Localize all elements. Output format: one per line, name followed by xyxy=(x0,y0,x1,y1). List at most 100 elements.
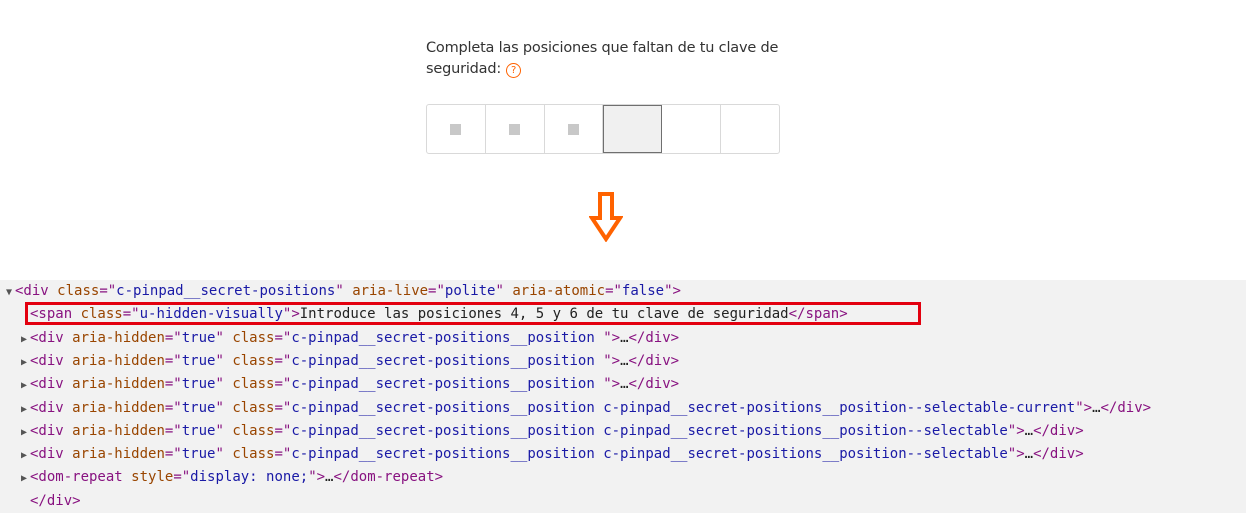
filled-position-marker xyxy=(509,123,521,135)
code-token-attr: class xyxy=(57,283,100,299)
code-token-val: c-pinpad__secret-positions__position c-p… xyxy=(291,399,1076,416)
code-token-attr: class xyxy=(80,306,123,323)
code-token-attr: aria-live xyxy=(352,283,429,299)
code-token-tag: =" xyxy=(164,329,182,346)
code-token-tag: <div xyxy=(30,329,73,346)
down-arrow-icon xyxy=(589,192,623,242)
code-token-tag: =" xyxy=(99,283,117,299)
code-token-tag: <span xyxy=(30,306,81,323)
code-token-tag: " xyxy=(335,283,353,299)
code-token-tag: =" xyxy=(164,399,182,416)
expand-triangle-icon[interactable]: ▶ xyxy=(18,399,30,421)
code-token-tag: "> xyxy=(603,352,621,369)
expand-triangle-icon[interactable]: ▶ xyxy=(18,422,30,444)
code-token-val: true xyxy=(181,329,216,346)
dom-tree-line[interactable]: ▶ <div aria-hidden="true" class="c-pinpad… xyxy=(18,350,679,372)
code-token-val: polite xyxy=(444,283,496,299)
code-token-attr: aria-hidden xyxy=(72,422,165,439)
expand-triangle-icon[interactable]: ▶ xyxy=(18,468,30,490)
code-token-val: c-pinpad__secret-positions__position c-p… xyxy=(291,446,1008,463)
code-token-tag: " xyxy=(215,422,233,439)
prompt-line-2: seguridad:? xyxy=(426,59,806,80)
expand-triangle-icon[interactable]: ▶ xyxy=(18,445,30,467)
pinpad-position-6[interactable] xyxy=(721,105,779,153)
code-token-tag: </div> xyxy=(1033,446,1084,463)
code-token-tag: <div xyxy=(30,446,73,463)
code-token-tag: " xyxy=(495,283,513,299)
code-token-tag: =" xyxy=(428,283,445,299)
pinpad-position-3 xyxy=(545,105,604,153)
code-token-tag: =" xyxy=(164,352,182,369)
code-token-tag: =" xyxy=(274,422,292,439)
code-token-tag: "> xyxy=(603,329,621,346)
code-token-attr: aria-hidden xyxy=(72,399,165,416)
expand-triangle-icon[interactable]: ▶ xyxy=(18,329,30,351)
code-token-tag: =" xyxy=(173,469,191,486)
code-token-val: display: none; xyxy=(190,469,309,486)
code-token-attr: aria-hidden xyxy=(72,329,165,346)
code-token-tag: "> xyxy=(1007,422,1025,439)
collapse-triangle-icon[interactable]: ▼ xyxy=(3,282,15,304)
code-token-tag: =" xyxy=(274,446,292,463)
dom-tree-line[interactable]: ▶ <div aria-hidden="true" class="c-pinpad… xyxy=(18,327,679,349)
code-token-tag: </dom-repeat> xyxy=(333,469,444,486)
code-token-tag: "> xyxy=(1007,446,1025,463)
expand-triangle-icon[interactable]: ▶ xyxy=(18,375,30,397)
code-token-val: u-hidden-visually xyxy=(139,306,283,323)
code-token-val: c-pinpad__secret-positions__position xyxy=(291,329,604,346)
code-token-tag: " xyxy=(215,352,233,369)
dom-tree-line[interactable]: ▶ <dom-repeat style="display: none;">…</d… xyxy=(18,466,443,488)
code-token-attr: class xyxy=(232,422,275,439)
dom-tree-line[interactable]: ▶ <div aria-hidden="true" class="c-pinpad… xyxy=(18,443,1084,465)
code-token-txt: … xyxy=(1092,399,1101,416)
code-token-tag: "> xyxy=(664,283,681,299)
code-token-tag: "> xyxy=(603,376,621,393)
code-token-tag: </div> xyxy=(628,329,680,346)
dom-tree-line[interactable]: ▶ <div aria-hidden="true" class="c-pinpad… xyxy=(18,397,1151,419)
code-token-tag: =" xyxy=(274,329,292,346)
code-token-val: true xyxy=(181,376,216,393)
code-token-val: c-pinpad__secret-positions__position c-p… xyxy=(291,422,1008,439)
code-token-tag: " xyxy=(215,329,233,346)
code-token-tag: <dom-repeat xyxy=(30,469,132,486)
code-token-tag: <div xyxy=(30,376,73,393)
pinpad-position-2 xyxy=(486,105,545,153)
code-token-tag: "> xyxy=(308,469,326,486)
code-token-tag: =" xyxy=(164,446,182,463)
code-token-txt: … xyxy=(1024,446,1034,463)
dom-tree-line[interactable]: ▶ <div aria-hidden="true" class="c-pinpad… xyxy=(18,420,1084,442)
devtools-elements-panel: ▼ <div class="c-pinpad__secret-positions"… xyxy=(0,280,1246,513)
code-token-tag: "> xyxy=(282,306,300,323)
pinpad-position-5[interactable] xyxy=(662,105,722,153)
code-token-attr: class xyxy=(232,376,275,393)
code-token-tag: =" xyxy=(164,376,182,393)
code-token-attr: class xyxy=(232,352,275,369)
pinpad-position-4[interactable] xyxy=(603,105,663,153)
help-icon[interactable]: ? xyxy=(506,63,522,78)
code-token-attr: aria-hidden xyxy=(72,352,165,369)
dom-tree-line[interactable]: </div> xyxy=(18,490,81,512)
dom-tree-line[interactable]: <span class="u-hidden-visually">Introduc… xyxy=(18,303,848,325)
code-token-tag: " xyxy=(215,446,233,463)
expand-triangle-icon[interactable]: ▶ xyxy=(18,352,30,374)
code-token-attr: aria-hidden xyxy=(72,446,165,463)
code-token-attr: style xyxy=(131,469,174,486)
code-token-tag: " xyxy=(215,376,233,393)
pinpad-secret-positions xyxy=(426,104,780,154)
code-token-tag: "> xyxy=(1075,399,1093,416)
code-token-val: c-pinpad__secret-positions xyxy=(116,283,336,299)
code-token-tag: =" xyxy=(122,306,140,323)
filled-position-marker xyxy=(568,123,580,135)
code-token-txt: … xyxy=(1024,422,1034,439)
filled-position-marker xyxy=(450,123,462,135)
dom-tree-line[interactable]: ▶ <div aria-hidden="true" class="c-pinpad… xyxy=(18,373,679,395)
code-token-tag: </div> xyxy=(628,376,680,393)
dom-tree-line[interactable]: ▼ <div class="c-pinpad__secret-positions"… xyxy=(3,280,681,302)
code-token-attr: class xyxy=(232,446,275,463)
code-token-val: c-pinpad__secret-positions__position xyxy=(291,376,604,393)
secret-positions-prompt: Completa las posiciones que faltan de tu… xyxy=(426,38,806,80)
code-token-val: true xyxy=(181,399,216,416)
code-token-txt: … xyxy=(620,352,629,369)
code-token-tag: =" xyxy=(274,352,292,369)
code-token-tag: =" xyxy=(274,399,292,416)
